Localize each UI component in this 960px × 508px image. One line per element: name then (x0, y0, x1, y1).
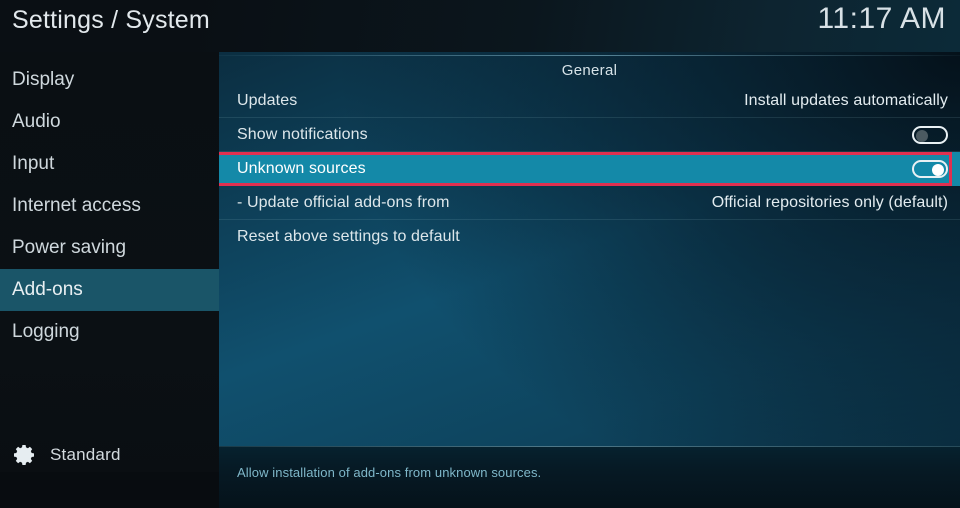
sidebar-item-add-ons[interactable]: Add-ons (0, 269, 219, 311)
setting-value: Install updates automatically (744, 91, 948, 109)
title-bar: Settings / System 11:17 AM (0, 0, 960, 52)
setting-row-update-official-add-ons-from[interactable]: - Update official add-ons from Official … (219, 186, 960, 220)
setting-label: Reset above settings to default (237, 228, 460, 245)
settings-content-panel: General Updates Install updates automati… (219, 52, 960, 508)
toggle-knob (932, 164, 944, 176)
setting-label: Unknown sources (237, 160, 366, 177)
sidebar-item-label: Power saving (12, 237, 127, 258)
sidebar-item-logging[interactable]: Logging (0, 311, 219, 353)
gear-icon (13, 443, 37, 467)
kodi-settings-window: Settings / System 11:17 AM Display Audio… (0, 0, 960, 508)
sidebar-item-power-saving[interactable]: Power saving (0, 227, 219, 269)
sidebar-item-label: Display (12, 69, 75, 90)
sidebar-item-label: Audio (12, 111, 61, 132)
show-notifications-toggle[interactable] (912, 125, 948, 144)
sidebar-item-display[interactable]: Display (0, 59, 219, 101)
sidebar-item-label: Logging (12, 321, 80, 342)
sidebar-item-input[interactable]: Input (0, 143, 219, 185)
help-text: Allow installation of add-ons from unkno… (237, 465, 542, 480)
settings-list: Updates Install updates automatically Sh… (219, 84, 960, 254)
sidebar-item-internet-access[interactable]: Internet access (0, 185, 219, 227)
sidebar-item-label: Add-ons (12, 279, 83, 300)
help-bar: Allow installation of add-ons from unkno… (219, 446, 960, 508)
setting-label: - Update official add-ons from (237, 193, 450, 211)
unknown-sources-toggle[interactable] (912, 160, 948, 178)
settings-level-label: Standard (50, 445, 121, 464)
setting-row-reset-above-settings[interactable]: Reset above settings to default (219, 220, 960, 254)
sidebar-bottom-strip (0, 472, 219, 508)
section-title: General (561, 62, 618, 79)
sidebar-category-list: Display Audio Input Internet access Powe… (0, 52, 219, 353)
sidebar-item-label: Input (12, 153, 55, 174)
setting-row-show-notifications[interactable]: Show notifications (219, 118, 960, 152)
sidebar-item-audio[interactable]: Audio (0, 101, 219, 143)
help-divider (219, 446, 960, 447)
clock: 11:17 AM (817, 2, 946, 35)
section-divider (219, 55, 960, 56)
setting-row-updates[interactable]: Updates Install updates automatically (219, 84, 960, 118)
sidebar: Display Audio Input Internet access Powe… (0, 52, 219, 508)
sidebar-item-label: Internet access (12, 195, 141, 216)
setting-row-unknown-sources[interactable]: Unknown sources (219, 152, 960, 186)
setting-label: Show notifications (237, 125, 368, 143)
page-title: Settings / System (12, 6, 210, 34)
settings-level-button[interactable]: Standard (0, 438, 219, 472)
setting-value: Official repositories only (default) (711, 193, 948, 211)
toggle-knob (916, 129, 928, 142)
setting-label: Updates (237, 91, 298, 109)
